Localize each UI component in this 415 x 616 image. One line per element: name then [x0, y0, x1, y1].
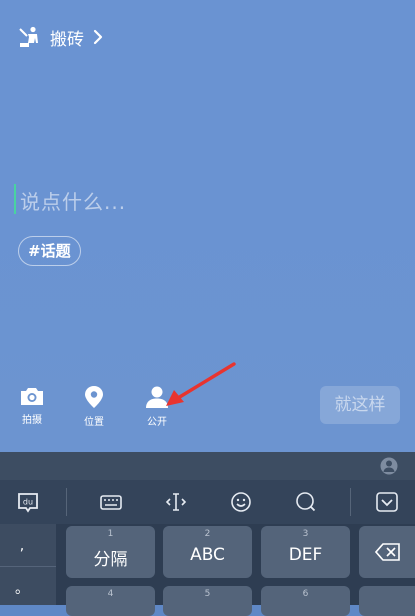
punct-comma[interactable]: ,: [0, 538, 44, 554]
cursor-move-icon[interactable]: [164, 490, 188, 514]
tool-photo-button[interactable]: 拍摄: [9, 385, 55, 426]
keyboard-logo-icon[interactable]: du: [16, 490, 40, 514]
tool-visibility-label: 公开: [147, 417, 167, 428]
post-text-input[interactable]: 说点什么...: [20, 186, 126, 215]
key-5[interactable]: 5: [163, 586, 252, 616]
worker-icon: [19, 26, 38, 47]
keyboard-toolbar: du: [0, 480, 415, 524]
chevron-right-icon: [93, 29, 103, 45]
punctuation-column[interactable]: , 。: [0, 524, 56, 605]
punct-divider: [0, 566, 56, 567]
svg-text:du: du: [23, 498, 33, 507]
text-cursor: [14, 184, 16, 214]
camera-icon: [21, 388, 43, 405]
topic-tag-button[interactable]: #话题: [18, 236, 81, 266]
location-pin-icon: [85, 386, 103, 408]
key-3[interactable]: 3 DEF: [261, 526, 350, 578]
annotation-arrow-icon: [166, 362, 236, 406]
punct-period[interactable]: 。: [0, 578, 44, 598]
key-right-bottom[interactable]: [359, 586, 415, 616]
search-icon[interactable]: [294, 490, 318, 514]
category-title: 搬砖: [50, 29, 84, 50]
toolbar-divider: [350, 488, 351, 516]
emoji-icon[interactable]: [229, 490, 253, 514]
compose-area: 搬砖 说点什么... #话题 拍摄 位置 公开 就这样: [0, 0, 415, 452]
keypad: , 。 1 分隔 2 ABC 3 DEF 4 5 6: [0, 524, 415, 616]
tool-location-label: 位置: [84, 417, 104, 428]
category-selector[interactable]: 搬砖: [18, 24, 104, 50]
keyboard-top-strip: [0, 452, 415, 480]
key-2[interactable]: 2 ABC: [163, 526, 252, 578]
collapse-keyboard-icon[interactable]: [375, 490, 399, 514]
key-6[interactable]: 6: [261, 586, 350, 616]
backspace-key[interactable]: [359, 526, 415, 578]
key-4[interactable]: 4: [66, 586, 155, 616]
backspace-icon: [375, 543, 400, 561]
key-1[interactable]: 1 分隔: [66, 526, 155, 578]
keyboard: du , 。 1 分隔 2 ABC 3 DEF 4 5 6: [0, 452, 415, 616]
keyboard-account-icon[interactable]: [380, 457, 398, 475]
tool-location-button[interactable]: 位置: [71, 385, 117, 428]
keyboard-icon[interactable]: [99, 490, 123, 514]
toolbar-divider: [66, 488, 67, 516]
submit-button[interactable]: 就这样: [320, 386, 400, 424]
tool-photo-label: 拍摄: [22, 415, 42, 426]
